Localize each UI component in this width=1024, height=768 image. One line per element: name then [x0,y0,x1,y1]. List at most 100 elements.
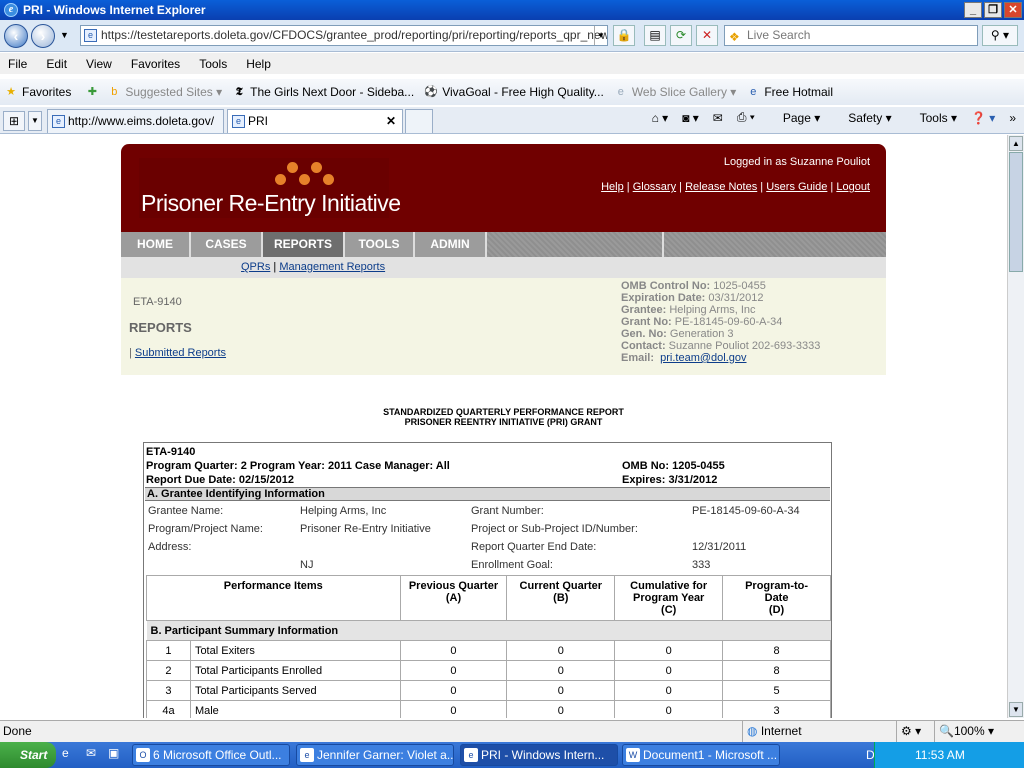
add-favorite-button[interactable]: ✚ [85,85,103,99]
site-title: Prisoner Re-Entry Initiative [141,190,401,216]
status-bar: Done ◍ Internet ⚙ ▾ 🔍100% ▾ [0,720,1024,742]
address-dropdown-icon[interactable]: ▼ [594,26,607,45]
close-button[interactable]: ✕ [1004,2,1022,18]
nytimes-icon: 𝕿 [235,86,243,98]
globe-icon: ◍ [747,724,758,738]
protected-mode-icon[interactable]: ⚙ ▾ [896,721,921,742]
favorite-suggested-sites[interactable]: b Suggested Sites ▾ [107,85,222,99]
help-icon[interactable]: ❓ ▾ [971,111,995,125]
taskbar-word-document[interactable]: W Document1 - Microsoft ... [622,744,780,766]
menu-tools[interactable]: Tools [199,57,227,71]
close-tab-icon[interactable]: ✕ [386,110,396,132]
ie-icon: e [300,748,314,762]
report-title: STANDARDIZED QUARTERLY PERFORMANCE REPOR… [383,407,624,427]
outlook-icon: O [136,748,150,762]
help-link[interactable]: Help [601,181,624,193]
logout-link[interactable]: Logout [836,181,870,193]
favorite-vivagoal[interactable]: ⚽ VivaGoal - Free High Quality... [424,85,603,99]
section-heading: REPORTS [129,320,192,335]
report-form: ETA-9140 Program Quarter: 2 Program Year… [143,442,832,718]
new-tab-button[interactable] [405,109,433,133]
quick-tabs-icon[interactable]: ⊞ [3,111,25,131]
quick-launch-outlook-icon[interactable]: ✉ [86,746,96,760]
tab-eims[interactable]: e http://www.eims.doleta.gov/ [47,109,224,133]
scroll-thumb[interactable] [1009,152,1023,272]
glossary-link[interactable]: Glossary [633,181,676,193]
table-row: 2 Total Participants Enrolled 0 0 0 8 [146,660,831,681]
report-header: ETA-9140 Program Quarter: 2 Program Year… [146,446,725,486]
back-button[interactable]: ‹ [4,24,28,48]
refresh-icon[interactable]: ⟳ [670,25,692,46]
scroll-up-icon[interactable]: ▲ [1009,136,1023,151]
overflow-icon[interactable]: » [1009,111,1016,125]
vertical-scrollbar[interactable]: ▲ ▼ [1007,135,1024,718]
users-guide-link[interactable]: Users Guide [766,181,827,193]
taskbar-pri[interactable]: e PRI - Windows Intern... [460,744,618,766]
favorite-free-hotmail[interactable]: e Free Hotmail [746,85,833,99]
home-icon[interactable]: ⌂ ▾ [652,111,669,125]
page-menu[interactable]: Page ▾ [769,111,820,125]
stop-icon[interactable]: ✕ [696,25,718,46]
zoom-icon: 🔍 [939,724,954,738]
safety-menu[interactable]: Safety ▾ [834,111,891,125]
restore-button[interactable]: ❐ [984,2,1002,18]
nav-spacer [664,232,886,257]
lock-icon[interactable]: 🔒 [613,25,635,46]
taskbar-outlook[interactable]: O6 Microsoft Office Outl... [132,744,290,766]
submitted-reports-link[interactable]: Submitted Reports [135,347,226,359]
tools-menu[interactable]: Tools ▾ [906,111,957,125]
minimize-button[interactable]: _ [964,2,982,18]
quick-launch-ie-icon[interactable]: e [62,746,69,760]
page-viewport: Prisoner Re-Entry Initiative Logged in a… [0,135,1007,718]
security-zone[interactable]: ◍ Internet [742,721,802,742]
management-reports-link[interactable]: Management Reports [279,261,385,273]
col-performance-items: Performance Items [146,575,401,621]
tab-list-dropdown-icon[interactable]: ▼ [28,111,42,131]
page-icon: e [84,29,97,42]
read-mail-icon[interactable]: ✉ [713,111,723,125]
zoom-control[interactable]: 🔍100% ▾ [934,721,994,742]
menu-bar: File Edit View Favorites Tools Help [0,53,1024,74]
search-input[interactable]: ❖ Live Search [724,25,978,46]
table-row: 1 Total Exiters 0 0 0 8 [146,640,831,661]
favorite-girls-next-door[interactable]: 𝕿 The Girls Next Door - Sideba... [232,85,414,99]
quick-launch-desktop-icon[interactable]: ▣ [108,746,119,760]
search-button[interactable]: ⚲ ▾ [982,25,1018,46]
menu-help[interactable]: Help [246,57,271,71]
ie-page-icon: e [232,115,245,128]
taskbar-jennifer-garner[interactable]: e Jennifer Garner: Violet a... [296,744,454,766]
nav-reports[interactable]: REPORTS [263,232,345,257]
site-logo[interactable]: Prisoner Re-Entry Initiative [139,158,401,218]
menu-edit[interactable]: Edit [46,57,67,71]
favorites-button[interactable]: ★ Favorites [4,85,71,99]
scroll-down-icon[interactable]: ▼ [1009,702,1023,717]
start-button[interactable]: Start [0,742,56,768]
clock[interactable]: 11:53 AM [915,748,965,762]
favorites-bar: ★ Favorites ✚ b Suggested Sites ▾ 𝕿 The Gir… [0,79,1024,105]
logged-in-text: Logged in as Suzanne Pouliot [723,156,870,168]
favorite-web-slice-gallery[interactable]: e Web Slice Gallery ▾ [614,85,737,99]
status-text: Done [3,724,32,738]
site-header: Prisoner Re-Entry Initiative Logged in a… [121,144,886,232]
compatibility-view-icon[interactable]: ▤ [644,25,666,46]
ie-icon: e [4,3,18,17]
menu-file[interactable]: File [8,57,27,71]
forward-button[interactable]: › [31,24,55,48]
nav-home[interactable]: HOME [121,232,191,257]
release-notes-link[interactable]: Release Notes [685,181,757,193]
address-input[interactable]: e https://testetareports.doleta.gov/CFDO… [80,25,608,46]
email-link[interactable]: pri.team@dol.gov [660,352,746,364]
table-row: 3 Total Participants Served 0 0 0 5 [146,680,831,701]
nav-cases[interactable]: CASES [191,232,263,257]
tab-pri[interactable]: e PRI ✕ [227,109,403,133]
print-icon[interactable]: ⎙ ▾ [737,110,755,125]
command-bar: ⌂ ▾ ◙ ▾ ✉ ⎙ ▾ Page ▾ Safety ▾ Tools ▾ ❓ … [638,110,1016,125]
submitted-reports-nav: | Submitted Reports [129,347,227,359]
nav-admin[interactable]: ADMIN [415,232,487,257]
menu-view[interactable]: View [86,57,112,71]
feeds-icon[interactable]: ◙ ▾ [682,111,699,125]
qprs-link[interactable]: QPRs [241,261,270,273]
menu-favorites[interactable]: Favorites [131,57,180,71]
recent-pages-dropdown-icon[interactable]: ▼ [60,30,69,40]
nav-tools[interactable]: TOOLS [345,232,415,257]
